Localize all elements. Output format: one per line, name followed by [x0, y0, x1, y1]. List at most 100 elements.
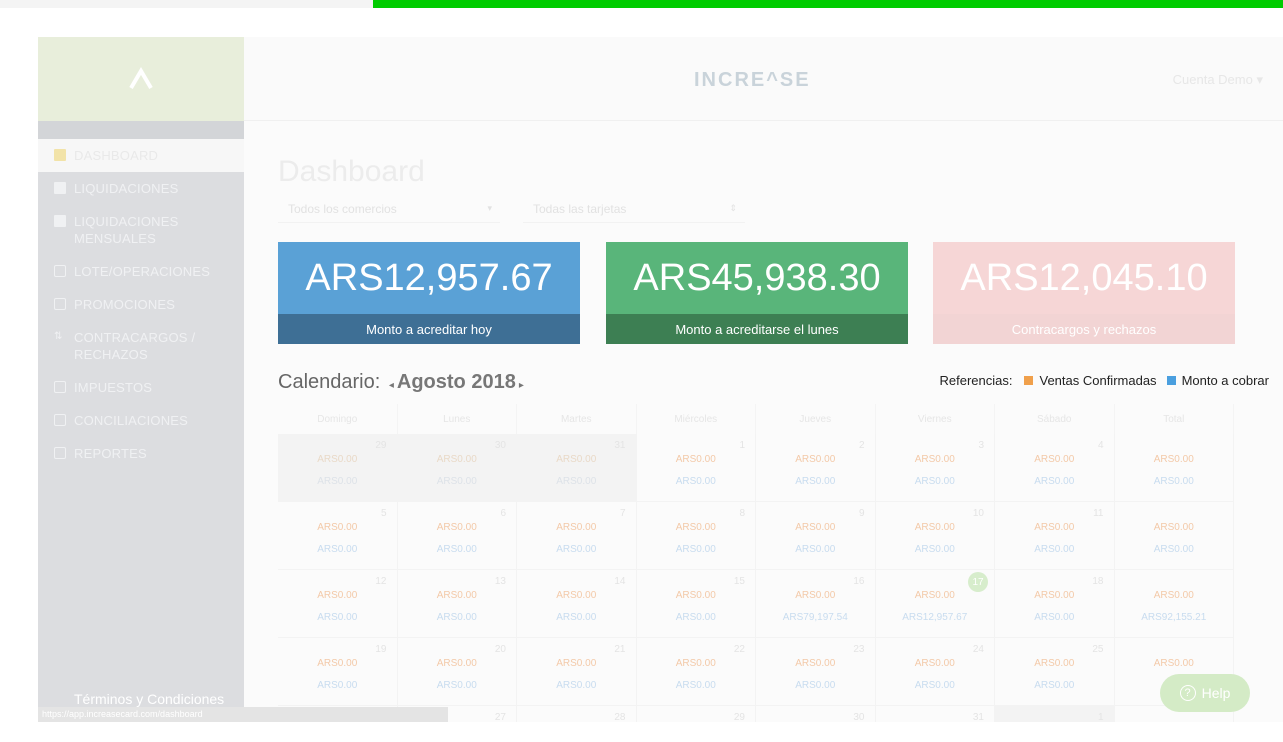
ventas-confirmadas-value: ARS0.00	[795, 590, 836, 601]
sidebar-logo[interactable]	[38, 37, 244, 121]
calendar-day-cell[interactable]: 5 ARS0.00 ARS0.00	[278, 502, 398, 570]
sidebar-item-conciliaciones[interactable]: CONCILIACIONES	[38, 404, 244, 437]
calendar-day-cell[interactable]: 18 ARS0.00 ARS0.00	[995, 570, 1115, 638]
calendar-day-cell[interactable]: 19 ARS0.00 ARS0.00	[278, 638, 398, 706]
help-button[interactable]: ? Help	[1160, 674, 1250, 712]
calendar-total-cell[interactable]: ARS0.00 ARS92,155.21	[1114, 570, 1234, 638]
ventas-confirmadas-value: ARS0.00	[914, 590, 955, 601]
calendar-day-cell[interactable]: 20 ARS0.00 ARS0.00	[397, 638, 517, 706]
day-number: 16	[853, 576, 865, 587]
ventas-confirmadas-value: ARS0.00	[914, 522, 955, 533]
calendar-day-cell[interactable]: 31	[876, 706, 995, 722]
calendar-day-cell[interactable]: 3 ARS0.00 ARS0.00	[875, 434, 995, 502]
day-number: 25	[1092, 644, 1104, 655]
ventas-confirmadas-value: ARS0.00	[317, 658, 358, 669]
calendar-day-cell[interactable]: 13 ARS0.00 ARS0.00	[397, 570, 517, 638]
ventas-confirmadas-value: ARS0.00	[1153, 658, 1194, 669]
sidebar-item-label: PROMOCIONES	[74, 297, 176, 312]
day-number: 9	[858, 508, 865, 519]
monto-a-cobrar-value: ARS0.00	[675, 680, 716, 691]
grid-icon	[54, 215, 66, 227]
next-month-icon[interactable]: ▸	[519, 380, 524, 391]
calendar-day-cell[interactable]: 10 ARS0.00 ARS0.00	[875, 502, 995, 570]
calendar-week-row: 12 ARS0.00 ARS0.00 13 ARS0.00 ARS0.00 14 ARS0.0…	[278, 570, 1234, 638]
sidebar-item-dashboard[interactable]: DASHBOARD	[38, 139, 244, 172]
weekday-header: Jueves	[756, 404, 876, 434]
calendar-day-cell[interactable]: 28	[517, 706, 637, 722]
calendar-total-cell[interactable]: ARS0.00 ARS0.00	[1114, 502, 1234, 570]
ventas-confirmadas-value: ARS0.00	[436, 522, 477, 533]
calendar-day-cell[interactable]: 23 ARS0.00 ARS0.00	[756, 638, 876, 706]
card-amount: ARS45,938.30	[606, 242, 908, 314]
calendar-day-cell[interactable]: 22 ARS0.00 ARS0.00	[636, 638, 756, 706]
weekday-header: Lunes	[398, 404, 517, 434]
monto-a-cobrar-value: ARS0.00	[1153, 544, 1194, 555]
terms-link[interactable]: Términos y Condiciones	[74, 691, 224, 707]
calendar-day-cell[interactable]: 30	[756, 706, 876, 722]
calendar-day-cell[interactable]: 30 ARS0.00 ARS0.00	[397, 434, 517, 502]
card-amount: ARS12,957.67	[278, 242, 580, 314]
ventas-confirmadas-value: ARS0.00	[1034, 590, 1075, 601]
calendar-day-cell[interactable]: 17 ARS0.00 ARS12,957.67	[875, 570, 995, 638]
monto-a-cobrar-value: ARS0.00	[1034, 612, 1075, 623]
calendar-day-cell[interactable]: 8 ARS0.00 ARS0.00	[636, 502, 756, 570]
app-frame: DASHBOARD LIQUIDACIONES LIQUIDACIONES ME…	[38, 37, 1283, 722]
calendar-day-cell[interactable]: 11 ARS0.00 ARS0.00	[995, 502, 1115, 570]
sidebar-item-contracargos[interactable]: ⇅ CONTRACARGOS / RECHAZOS	[38, 321, 244, 371]
prev-month-icon[interactable]: ◂	[389, 380, 394, 391]
sidebar-item-liquidaciones-mensuales[interactable]: LIQUIDACIONES MENSUALES	[38, 205, 244, 255]
sidebar-item-impuestos[interactable]: IMPUESTOS	[38, 371, 244, 404]
calendar-week-row: 29 ARS0.00 ARS0.00 30 ARS0.00 ARS0.00 31 ARS0.0…	[278, 434, 1234, 502]
card-contracargos[interactable]: ARS12,045.10 Contracargos y rechazos	[933, 242, 1235, 344]
calendar-day-cell[interactable]: 24 ARS0.00 ARS0.00	[875, 638, 995, 706]
main-content: Dashboard Todos los comercios ▾ Todas la…	[244, 121, 1283, 722]
comercios-select[interactable]: Todos los comercios ▾	[278, 197, 500, 223]
calendar-day-cell[interactable]: 9 ARS0.00 ARS0.00	[756, 502, 876, 570]
sidebar-item-liquidaciones[interactable]: LIQUIDACIONES	[38, 172, 244, 205]
calendar-day-cell[interactable]: 29	[637, 706, 756, 722]
calendar-day-cell[interactable]: 21 ARS0.00 ARS0.00	[517, 638, 637, 706]
day-number: 12	[375, 576, 387, 587]
calendar-day-cell[interactable]: 25 ARS0.00 ARS0.00	[995, 638, 1115, 706]
monto-a-cobrar-value: ARS0.00	[675, 476, 716, 487]
calendar-day-cell[interactable]: 12 ARS0.00 ARS0.00	[278, 570, 398, 638]
sidebar-item-lote-operaciones[interactable]: LOTE/OPERACIONES	[38, 255, 244, 288]
calendar-day-cell[interactable]: 16 ARS0.00 ARS79,197.54	[756, 570, 876, 638]
legend-label: Referencias:	[939, 373, 1013, 388]
calendar-day-cell[interactable]: 1 ARS0.00 ARS0.00	[636, 434, 756, 502]
calendar-day-cell[interactable]: 2 ARS0.00 ARS0.00	[756, 434, 876, 502]
day-number: 28	[614, 712, 626, 722]
calendar-day-cell[interactable]: 6 ARS0.00 ARS0.00	[397, 502, 517, 570]
calendar-total-cell[interactable]: ARS0.00 ARS0.00	[1114, 434, 1234, 502]
calendar-day-cell[interactable]: 7 ARS0.00 ARS0.00	[517, 502, 637, 570]
monto-a-cobrar-value: ARS0.00	[436, 544, 477, 555]
calendar-day-cell[interactable]: 31 ARS0.00 ARS0.00	[517, 434, 637, 502]
tarjetas-select[interactable]: Todas las tarjetas ⇕	[523, 197, 745, 223]
card-acreditar-hoy[interactable]: ARS12,957.67 Monto a acreditar hoy	[278, 242, 580, 344]
ventas-confirmadas-value: ARS0.00	[436, 454, 477, 465]
calendar-day-cell[interactable]: 15 ARS0.00 ARS0.00	[636, 570, 756, 638]
sidebar-item-promociones[interactable]: PROMOCIONES	[38, 288, 244, 321]
calendar-day-cell[interactable]: 14 ARS0.00 ARS0.00	[517, 570, 637, 638]
ventas-swatch-icon	[1024, 376, 1034, 385]
monto-a-cobrar-value: ARS0.00	[317, 544, 358, 555]
calendar-day-cell[interactable]: 1	[995, 706, 1115, 722]
monto-a-cobrar-value: ARS0.00	[317, 612, 358, 623]
calendar-day-cell[interactable]: 29 ARS0.00 ARS0.00	[278, 434, 398, 502]
day-number: 23	[853, 644, 865, 655]
weekday-header: Sábado	[995, 404, 1115, 434]
account-menu[interactable]: Cuenta Demo ▾	[1173, 72, 1263, 88]
monto-a-cobrar-value: ARS0.00	[1034, 544, 1075, 555]
ventas-confirmadas-value: ARS0.00	[1153, 590, 1194, 601]
card-acreditarse-lunes[interactable]: ARS45,938.30 Monto a acreditarse el lune…	[606, 242, 908, 344]
calendar-day-cell[interactable]: 4 ARS0.00 ARS0.00	[995, 434, 1115, 502]
ventas-confirmadas-value: ARS0.00	[1034, 522, 1075, 533]
calendar-month: Agosto 2018	[396, 371, 516, 393]
ventas-confirmadas-value: ARS0.00	[675, 522, 716, 533]
day-number: 2	[858, 440, 865, 451]
ventas-confirmadas-value: ARS0.00	[317, 590, 358, 601]
monto-a-cobrar-value: ARS0.00	[795, 476, 836, 487]
monto-a-cobrar-value: ARS0.00	[675, 544, 716, 555]
sidebar-item-reportes[interactable]: REPORTES	[38, 437, 244, 470]
monto-a-cobrar-value: ARS0.00	[795, 680, 836, 691]
